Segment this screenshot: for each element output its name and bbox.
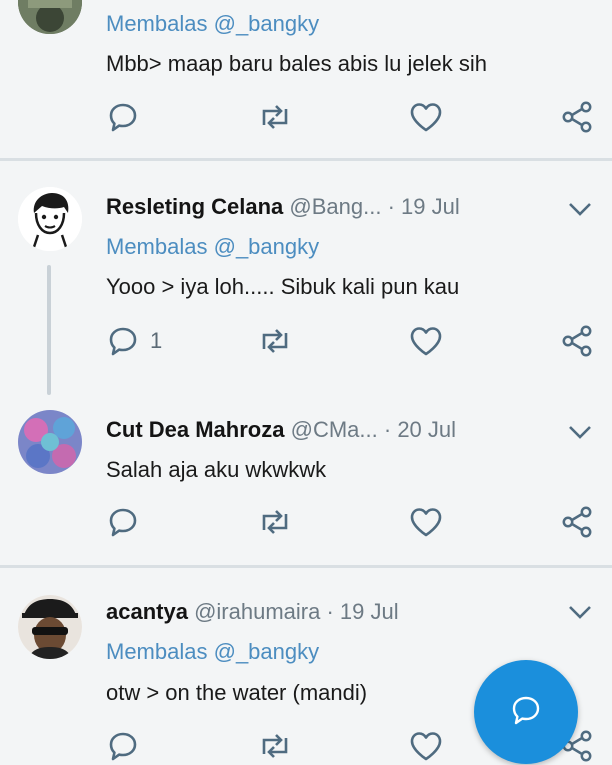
retweet-button[interactable] (256, 324, 294, 358)
like-button[interactable] (408, 729, 444, 763)
tweet-actions (106, 100, 596, 134)
heart-icon (408, 505, 444, 539)
reply-context: Membalas @_bangky (106, 11, 319, 37)
retweet-button[interactable] (256, 100, 294, 134)
share-icon (560, 324, 594, 358)
tweet-text: Salah aja aku wkwkwk (106, 457, 327, 482)
author-name[interactable]: Cut Dea Mahroza (106, 417, 284, 442)
retweet-icon (256, 729, 294, 763)
retweet-icon (256, 324, 294, 358)
reply-prefix: Membalas (106, 639, 208, 664)
retweet-icon (256, 100, 294, 134)
retweet-icon (256, 505, 294, 539)
tweet-header: Resleting Celana @Bang... · 19 Jul (106, 194, 460, 220)
heart-icon (408, 729, 444, 763)
compose-reply-icon (509, 693, 543, 732)
reply-button[interactable] (106, 729, 150, 763)
reply-prefix: Membalas (106, 234, 208, 259)
reply-icon (106, 100, 140, 134)
timestamp[interactable]: 19 Jul (401, 194, 460, 219)
tweet-actions (106, 505, 596, 539)
chevron-down-icon[interactable] (566, 423, 594, 441)
avatar[interactable] (18, 187, 82, 251)
reply-icon (106, 505, 140, 539)
chevron-down-icon[interactable] (566, 603, 594, 621)
like-button[interactable] (408, 324, 444, 358)
separator-dot: · (326, 599, 334, 624)
reply-button[interactable] (106, 100, 150, 134)
reply-mention-link[interactable]: @_bangky (214, 234, 320, 259)
heart-icon (408, 324, 444, 358)
chevron-down-icon[interactable] (566, 200, 594, 218)
retweet-button[interactable] (256, 505, 294, 539)
share-button[interactable] (560, 324, 594, 358)
reply-icon (106, 729, 140, 763)
timestamp[interactable]: 20 Jul (397, 417, 456, 442)
tweet-item[interactable]: Cut Dea Mahroza @CMa... · 20 Jul Salah a… (0, 386, 612, 566)
author-handle[interactable]: @irahumaira (194, 599, 320, 624)
tweet-item[interactable]: Membalas @_bangky Mbb> maap baru bales a… (0, 0, 612, 160)
share-button[interactable] (560, 100, 594, 134)
avatar[interactable] (18, 0, 82, 34)
author-name[interactable]: acantya (106, 599, 188, 624)
timeline: Membalas @_bangky Mbb> maap baru bales a… (0, 0, 612, 765)
reply-count: 1 (150, 328, 163, 353)
author-handle[interactable]: @Bang... (289, 194, 381, 219)
separator-dot: · (383, 417, 392, 442)
reply-icon (106, 324, 140, 358)
separator-dot: · (387, 194, 395, 219)
reply-context: Membalas @_bangky (106, 234, 319, 260)
retweet-button[interactable] (256, 729, 294, 763)
author-name[interactable]: Resleting Celana (106, 194, 283, 219)
timestamp[interactable]: 19 Jul (340, 599, 399, 624)
avatar[interactable] (18, 595, 82, 659)
share-button[interactable] (560, 505, 594, 539)
reply-button[interactable] (106, 505, 150, 539)
tweet-text: Yooo > iya loh..... Sibuk kali pun kau (106, 274, 460, 299)
reply-mention-link[interactable]: @_bangky (214, 639, 320, 664)
reply-mention-link[interactable]: @_bangky (214, 11, 320, 36)
reply-prefix: Membalas (106, 11, 208, 36)
tweet-header: acantya @irahumaira · 19 Jul (106, 599, 399, 625)
tweet-text: Mbb> maap baru bales abis lu jelek sih (106, 51, 487, 76)
tweet-text: otw > on the water (mandi) (106, 680, 368, 705)
like-button[interactable] (408, 100, 444, 134)
share-icon (560, 100, 594, 134)
tweet-item[interactable]: Resleting Celana @Bang... · 19 Jul Memba… (0, 161, 612, 386)
like-button[interactable] (408, 505, 444, 539)
share-icon (560, 505, 594, 539)
heart-icon (408, 100, 444, 134)
author-handle[interactable]: @CMa... (291, 417, 378, 442)
reply-button[interactable]: 1 (106, 324, 162, 358)
tweet-actions: 1 (106, 324, 596, 358)
tweet-header: Cut Dea Mahroza @CMa... · 20 Jul (106, 417, 456, 443)
reply-context: Membalas @_bangky (106, 639, 319, 665)
avatar[interactable] (18, 410, 82, 474)
compose-reply-button[interactable] (474, 660, 578, 764)
